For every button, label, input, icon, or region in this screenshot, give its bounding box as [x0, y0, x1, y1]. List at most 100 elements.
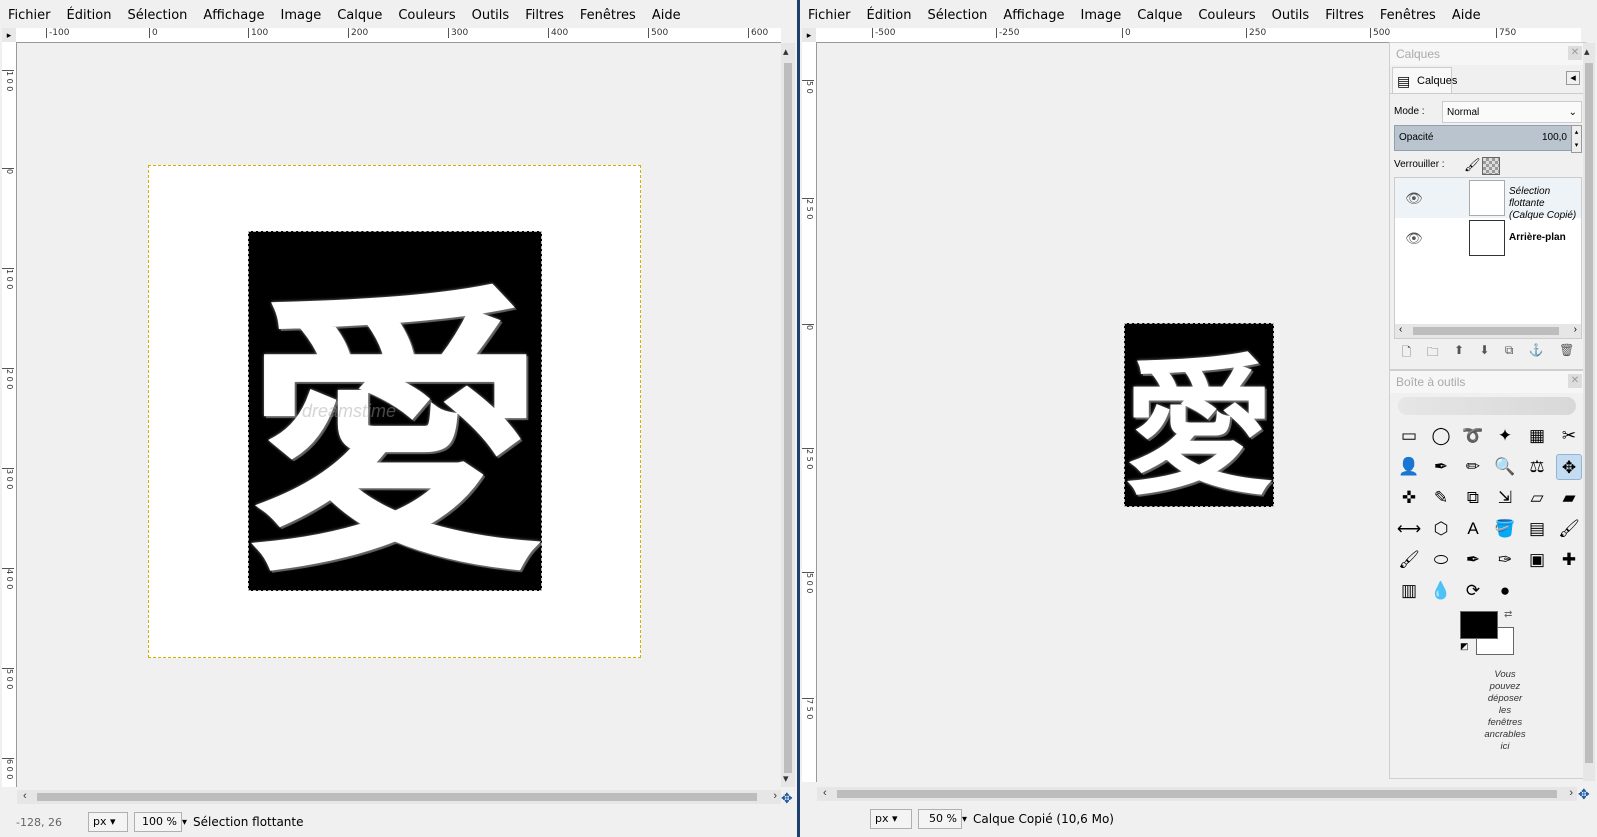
horizontal-scrollbar[interactable]: ‹ ›	[17, 790, 781, 804]
scrollbar-thumb[interactable]	[837, 790, 1557, 798]
text-tool-icon[interactable]: A	[1460, 516, 1486, 542]
menu-image[interactable]: Image	[272, 4, 329, 26]
menu-fenetres[interactable]: Fenêtres	[572, 4, 644, 26]
foreground-select-tool-icon[interactable]: 👤	[1396, 454, 1422, 480]
scrollbar-thumb[interactable]	[37, 793, 757, 801]
scroll-down-icon[interactable]: ▾	[783, 772, 789, 785]
scroll-left-icon[interactable]: ‹	[23, 790, 27, 802]
menu-aide[interactable]: Aide	[1444, 4, 1489, 26]
menu-outils[interactable]: Outils	[1264, 4, 1318, 26]
free-select-tool-icon[interactable]: ➰	[1460, 423, 1486, 449]
layer-row-background[interactable]: 👁 Arrière-plan	[1395, 218, 1581, 258]
scroll-right-icon[interactable]: ›	[1569, 787, 1573, 799]
menu-fichier[interactable]: Fichier	[0, 4, 59, 26]
scroll-up-icon[interactable]: ▴	[1584, 45, 1590, 58]
crop-tool-icon[interactable]: ✎	[1428, 485, 1454, 511]
lock-alpha-icon[interactable]	[1482, 157, 1500, 175]
bucket-fill-tool-icon[interactable]: 🪣	[1492, 516, 1518, 542]
menu-edition[interactable]: Édition	[59, 4, 120, 26]
cage-tool-icon[interactable]: ⬡	[1428, 516, 1454, 542]
menu-aide[interactable]: Aide	[644, 4, 689, 26]
rect-select-tool-icon[interactable]: ▭	[1396, 423, 1422, 449]
ruler-corner-button[interactable]: ▸	[2, 28, 16, 42]
scroll-up-icon[interactable]: ▴	[783, 45, 789, 58]
opacity-spinner[interactable]: ▴ ▾	[1571, 125, 1582, 153]
zoom-selector[interactable]: 100 %	[134, 812, 182, 832]
color-picker-tool-icon[interactable]: ✏	[1460, 454, 1486, 480]
mode-dropdown[interactable]: Normal ⌄	[1442, 101, 1582, 123]
horizontal-scrollbar[interactable]: ‹ ›	[817, 787, 1577, 801]
opacity-slider[interactable]: Opacité 100,0	[1394, 125, 1572, 151]
menu-selection[interactable]: Sélection	[919, 4, 995, 26]
scroll-left-icon[interactable]: ‹	[1399, 324, 1402, 335]
eye-icon[interactable]: 👁	[1405, 190, 1423, 207]
menu-image[interactable]: Image	[1072, 4, 1129, 26]
lower-layer-icon[interactable]: ⬇	[1479, 343, 1489, 363]
scrollbar-thumb[interactable]	[1413, 327, 1559, 335]
airbrush-tool-icon[interactable]: ✑	[1492, 547, 1518, 573]
swap-colors-icon[interactable]: ⇄	[1504, 609, 1512, 620]
ruler-corner-button[interactable]: ▸	[802, 28, 816, 42]
menu-filtres[interactable]: Filtres	[517, 4, 572, 26]
fuzzy-select-tool-icon[interactable]: ✦	[1492, 423, 1518, 449]
paths-tool-icon[interactable]: ✒	[1428, 454, 1454, 480]
menu-couleurs[interactable]: Couleurs	[1190, 4, 1263, 26]
raise-layer-icon[interactable]: ⬆	[1454, 343, 1464, 363]
zoom-dropdown-icon[interactable]: ▾	[182, 817, 187, 828]
color-select-tool-icon[interactable]: ▦	[1524, 423, 1550, 449]
scroll-left-icon[interactable]: ‹	[823, 787, 827, 799]
pencil-tool-icon[interactable]: 🖌	[1396, 547, 1422, 573]
shear-tool-icon[interactable]: ▱	[1524, 485, 1550, 511]
unit-selector[interactable]: px ▾	[870, 809, 912, 829]
new-layer-icon[interactable]: 🗋	[1402, 343, 1412, 363]
menu-couleurs[interactable]: Couleurs	[390, 4, 463, 26]
zoom-tool-icon[interactable]: 🔍	[1492, 454, 1518, 480]
scroll-right-icon[interactable]: ›	[1574, 324, 1577, 335]
floating-selection-kanji[interactable]: 愛	[1124, 323, 1274, 507]
dodge-burn-tool-icon[interactable]: ⟳	[1460, 578, 1486, 604]
image-canvas[interactable]: 愛	[817, 43, 1377, 781]
perspective-clone-tool-icon[interactable]: ▥	[1396, 578, 1422, 604]
blur-tool-icon[interactable]: ●	[1492, 578, 1518, 604]
close-icon[interactable]: ✕	[1568, 374, 1582, 388]
scrollbar-thumb[interactable]	[1585, 63, 1593, 763]
heal-tool-icon[interactable]: ✚	[1556, 547, 1582, 573]
zoom-dropdown-icon[interactable]: ▾	[962, 814, 967, 825]
menu-calque[interactable]: Calque	[329, 4, 390, 26]
menu-fenetres[interactable]: Fenêtres	[1372, 4, 1444, 26]
scrollbar-thumb[interactable]	[784, 63, 792, 773]
paintbrush-tool-icon[interactable]: 🖌	[1556, 516, 1582, 542]
move-tool-icon[interactable]: ✥	[1556, 454, 1582, 480]
anchor-icon[interactable]: ⚓	[1529, 343, 1544, 363]
perspective-tool-icon[interactable]: ▰	[1556, 485, 1582, 511]
vertical-ruler[interactable]: 5 0 2 5 0 0 2 5 0 5 0 0 7 5 0	[802, 42, 817, 782]
tab-calques[interactable]: ▤ Calques	[1392, 67, 1457, 93]
menu-calque[interactable]: Calque	[1129, 4, 1190, 26]
vertical-scrollbar[interactable]: ▴ ▾	[781, 43, 795, 787]
image-canvas[interactable]: 愛 dreamstime	[17, 43, 781, 787]
horizontal-ruler[interactable]: -500 -250 0 250 500 750	[816, 28, 1581, 43]
navigate-icon[interactable]: ✥	[1578, 786, 1590, 803]
eye-icon[interactable]: 👁	[1405, 230, 1423, 247]
vertical-scrollbar[interactable]: ▴	[1583, 43, 1595, 781]
menu-outils[interactable]: Outils	[464, 4, 518, 26]
menu-filtres[interactable]: Filtres	[1317, 4, 1372, 26]
measure-tool-icon[interactable]: ⚖	[1524, 454, 1550, 480]
menu-affichage[interactable]: Affichage	[195, 4, 272, 26]
vertical-ruler[interactable]: 1 0 0 0 1 0 0 2 0 0 3 0 0 4 0 0 5 0 0 6 …	[2, 42, 17, 787]
ink-tool-icon[interactable]: ✒	[1460, 547, 1486, 573]
menu-fichier[interactable]: Fichier	[800, 4, 859, 26]
horizontal-ruler[interactable]: -100 0 100 200 300 400 500 600	[16, 28, 781, 43]
tab-menu-icon[interactable]: ◂	[1566, 71, 1580, 85]
menu-affichage[interactable]: Affichage	[995, 4, 1072, 26]
unit-selector[interactable]: px ▾	[88, 812, 128, 832]
rotate-tool-icon[interactable]: ⧉	[1460, 485, 1486, 511]
smudge-tool-icon[interactable]: 💧	[1428, 578, 1454, 604]
clone-tool-icon[interactable]: ▣	[1524, 547, 1550, 573]
lock-pixels-icon[interactable]: 🖌	[1464, 155, 1481, 175]
scissors-select-tool-icon[interactable]: ✂	[1556, 423, 1582, 449]
menu-selection[interactable]: Sélection	[119, 4, 195, 26]
eraser-tool-icon[interactable]: ⬭	[1428, 547, 1454, 573]
close-icon[interactable]: ✕	[1568, 46, 1582, 60]
default-colors-icon[interactable]: ◩	[1460, 641, 1469, 652]
